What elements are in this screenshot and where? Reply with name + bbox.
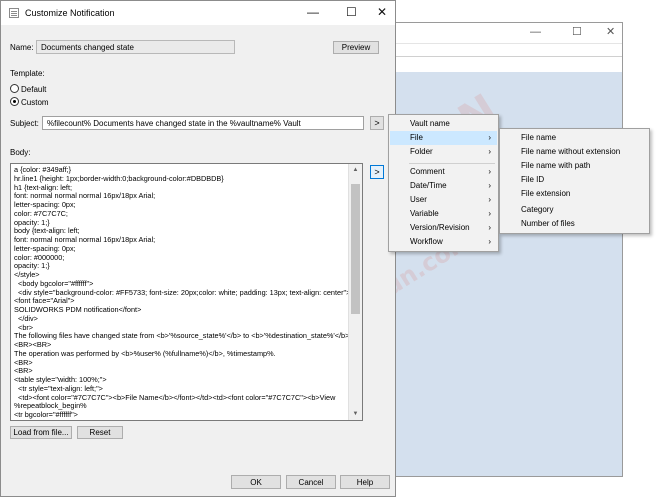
radio-default[interactable] — [10, 84, 19, 93]
name-label: Name: — [10, 43, 34, 52]
body-text-content: a {color: #349aff;} hr.line1 {height: 1px… — [14, 166, 348, 419]
scroll-up-icon[interactable]: ▲ — [349, 164, 362, 176]
subject-insert-button[interactable]: > — [370, 116, 384, 130]
submenu-item-label: Category — [521, 205, 554, 214]
body-line: <tr bgcolor="#ffffff"> — [14, 410, 78, 419]
submenu-item-file-name[interactable]: File name — [501, 131, 648, 145]
submenu-arrow-icon: › — [488, 209, 491, 218]
menu-item-label: User — [410, 195, 427, 204]
bg-close-icon[interactable]: ✕ — [606, 26, 615, 38]
body-line: <BR> — [14, 357, 33, 367]
insert-variable-menu: Vault name File › Folder › Comment › Date/T… — [388, 114, 499, 252]
menu-item-label: Folder — [410, 147, 433, 156]
body-line: letter-spacing: 0px; — [14, 243, 76, 253]
close-icon[interactable]: ✕ — [377, 5, 387, 19]
submenu-arrow-icon: › — [488, 133, 491, 142]
subject-label: Subject: — [10, 119, 39, 128]
customize-notification-dialog: Customize Notification — ☐ ✕ Name: Docum… — [0, 0, 396, 497]
menu-item-label: Comment — [410, 167, 445, 176]
body-line: color: #000000; — [14, 252, 65, 262]
body-line: color: #7C7C7C; — [14, 208, 68, 218]
body-line: The operation was performed by <b>%user%… — [14, 348, 276, 358]
dialog-titlebar: Customize Notification — ☐ ✕ — [1, 1, 395, 25]
menu-item-user[interactable]: User › — [390, 193, 497, 207]
menu-item-file[interactable]: File › — [390, 131, 497, 145]
submenu-item-label: File name with path — [521, 161, 591, 170]
submenu-arrow-icon: › — [488, 147, 491, 156]
submenu-arrow-icon: › — [488, 181, 491, 190]
cancel-button[interactable]: Cancel — [286, 475, 336, 489]
submenu-arrow-icon: › — [488, 195, 491, 204]
radio-custom-label: Custom — [21, 98, 49, 107]
subject-input[interactable]: %filecount% Documents have changed state… — [42, 116, 364, 130]
submenu-item-file-name-with-path[interactable]: File name with path — [501, 159, 648, 173]
background-window-menubar — [384, 43, 622, 57]
body-textarea[interactable]: a {color: #349aff;} hr.line1 {height: 1px… — [10, 163, 363, 421]
reset-button[interactable]: Reset — [77, 426, 123, 439]
menu-item-variable[interactable]: Variable › — [390, 207, 497, 221]
submenu-arrow-icon: › — [488, 167, 491, 176]
submenu-arrow-icon: › — [488, 223, 491, 232]
menu-item-comment[interactable]: Comment › — [390, 165, 497, 179]
file-submenu: File name File name without extension Fi… — [499, 128, 650, 234]
body-line: SOLIDWORKS PDM notification</font> — [14, 305, 142, 314]
submenu-item-file-extension[interactable]: File extension — [501, 187, 648, 201]
scroll-down-icon[interactable]: ▼ — [349, 408, 362, 420]
submenu-item-file-name-without-extension[interactable]: File name without extension — [501, 145, 648, 159]
radio-custom[interactable] — [10, 97, 19, 106]
load-from-file-button[interactable]: Load from file... — [10, 426, 72, 439]
scroll-thumb[interactable] — [351, 184, 360, 314]
menu-item-label: Version/Revision — [410, 223, 470, 232]
menu-item-version-revision[interactable]: Version/Revision › — [390, 221, 497, 235]
body-label: Body: — [10, 148, 31, 157]
menu-item-label: Date/Time — [410, 181, 447, 190]
background-window-titlebar: — ☐ ✕ — [384, 23, 622, 43]
ok-button[interactable]: OK — [231, 475, 281, 489]
submenu-item-label: File name without extension — [521, 147, 621, 156]
submenu-item-label: File extension — [521, 189, 571, 198]
submenu-item-category[interactable]: Category — [501, 203, 648, 217]
menu-item-vault-name[interactable]: Vault name — [390, 117, 497, 131]
app-icon — [9, 8, 19, 18]
template-label: Template: — [10, 69, 45, 78]
menu-item-date-time[interactable]: Date/Time › — [390, 179, 497, 193]
minimize-icon[interactable]: — — [307, 5, 319, 19]
body-line: The following files have changed state f… — [14, 331, 348, 341]
submenu-item-number-of-files[interactable]: Number of files — [501, 217, 648, 231]
menu-item-label: Workflow — [410, 237, 443, 246]
menu-item-label: File — [410, 133, 423, 142]
submenu-arrow-icon: › — [488, 237, 491, 246]
maximize-icon[interactable]: ☐ — [346, 5, 357, 19]
menu-item-folder[interactable]: Folder › — [390, 145, 497, 159]
body-line: </div> — [14, 313, 38, 323]
menu-item-label: Vault name — [410, 119, 450, 128]
preview-button[interactable]: Preview — [333, 41, 379, 54]
name-field[interactable]: Documents changed state — [36, 40, 235, 54]
body-line: opacity: 1;} — [14, 261, 50, 271]
body-scrollbar[interactable]: ▲ ▼ — [348, 164, 362, 420]
help-button[interactable]: Help — [340, 475, 390, 489]
menu-item-workflow[interactable]: Workflow › — [390, 235, 497, 249]
submenu-item-label: File ID — [521, 175, 545, 184]
submenu-item-label: Number of files — [521, 219, 575, 228]
submenu-item-file-id[interactable]: File ID — [501, 173, 648, 187]
body-insert-button[interactable]: > — [370, 165, 384, 179]
bg-maximize-icon[interactable]: ☐ — [572, 26, 582, 38]
bg-minimize-icon[interactable]: — — [530, 26, 541, 38]
submenu-item-label: File name — [521, 133, 557, 142]
dialog-title: Customize Notification — [25, 8, 115, 18]
radio-default-label: Default — [21, 85, 47, 94]
menu-separator — [409, 163, 495, 164]
menu-item-label: Variable — [410, 209, 439, 218]
